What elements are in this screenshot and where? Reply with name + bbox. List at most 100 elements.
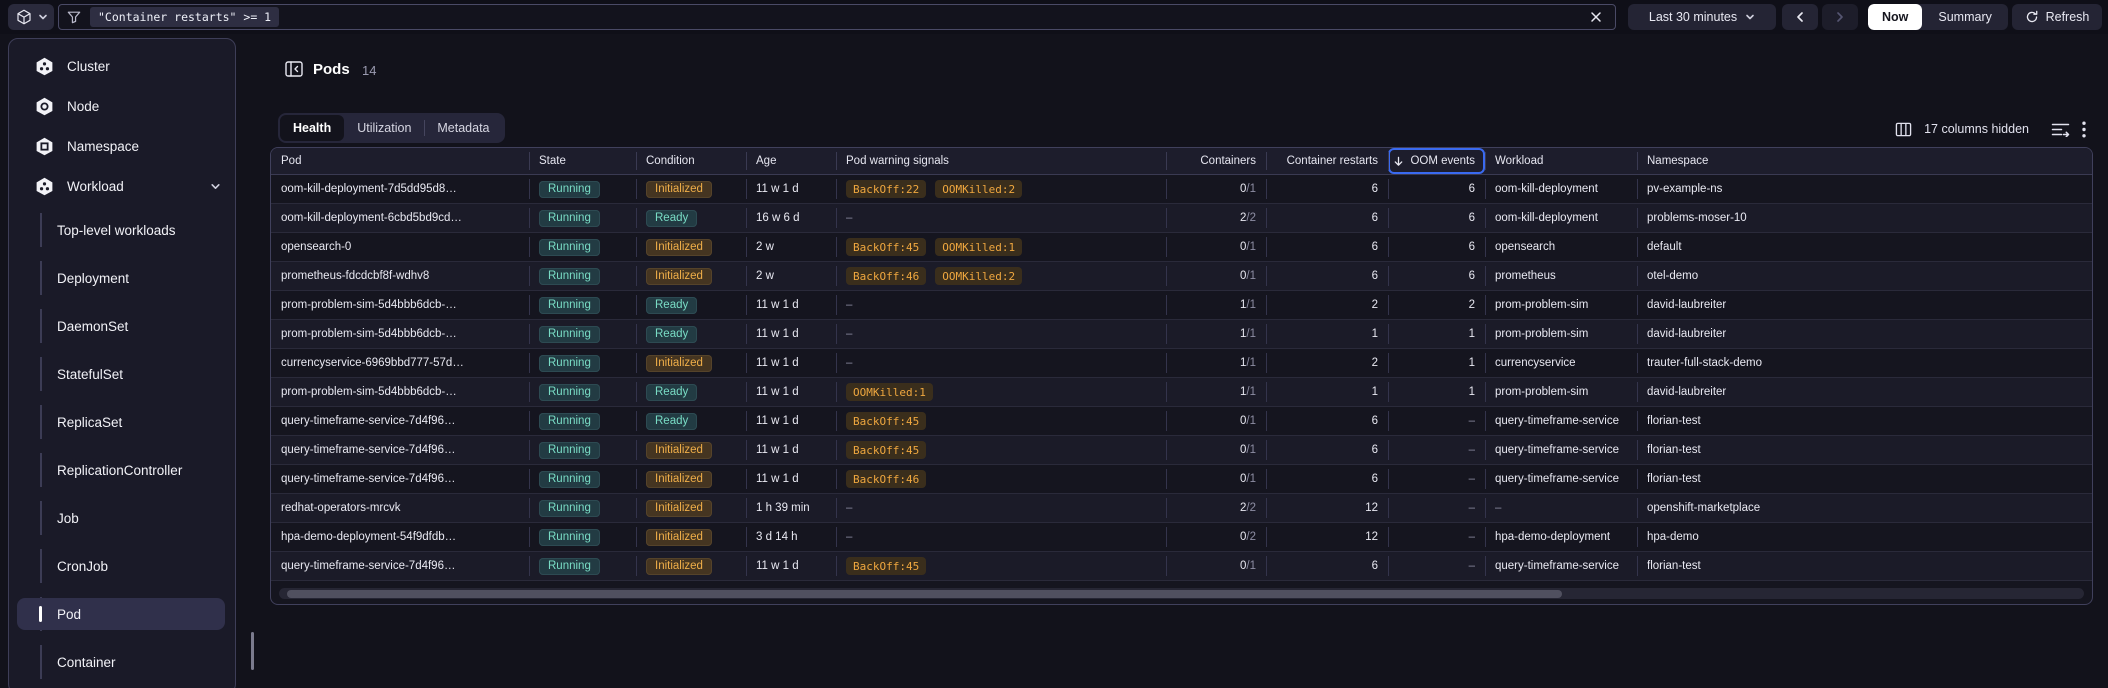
containers-total: /1: [1246, 328, 1256, 340]
cell-age: 2 w: [746, 233, 836, 261]
table-row[interactable]: query-timeframe-service-7d4f96… Running In…: [271, 436, 2092, 465]
workload-value: prom-problem-sim: [1495, 299, 1589, 311]
state-badge: Running: [539, 267, 600, 285]
condition-badge: Initialized: [646, 180, 712, 198]
column-header-warnings[interactable]: Pod warning signals: [836, 148, 1166, 174]
column-label: Namespace: [1647, 155, 1709, 167]
empty-value: –: [846, 212, 853, 224]
cell-oom-events: 6: [1388, 233, 1485, 261]
table-body: oom-kill-deployment-7d5dd95d8… Running Ini…: [271, 175, 2092, 581]
cell-pod: oom-kill-deployment-6cbd5bd9cd…: [271, 204, 529, 232]
table-row[interactable]: opensearch-0 Running Initialized 2 w BackOff…: [271, 233, 2092, 262]
column-header-age[interactable]: Age: [746, 148, 836, 174]
column-header-condition[interactable]: Condition: [636, 148, 746, 174]
cell-containers: 0/1: [1166, 175, 1266, 203]
cell-condition: Initialized: [636, 349, 746, 377]
table-row[interactable]: prom-problem-sim-5d4bbb6dcb-… Running Read…: [271, 378, 2092, 407]
table-row[interactable]: oom-kill-deployment-7d5dd95d8… Running Ini…: [271, 175, 2092, 204]
cell-oom-events: 1: [1388, 378, 1485, 406]
sidebar-item-statefulset[interactable]: StatefulSet: [9, 350, 235, 398]
table-row[interactable]: query-timeframe-service-7d4f96… Running In…: [271, 552, 2092, 581]
sidebar-item-daemonset[interactable]: DaemonSet: [9, 302, 235, 350]
chevron-down-icon: [210, 181, 221, 192]
cell-container-restarts: 6: [1266, 262, 1388, 290]
kebab-menu-icon[interactable]: [2082, 121, 2086, 138]
sidebar-item-namespace[interactable]: Namespace: [9, 126, 235, 166]
warning-badge: BackOff:45: [846, 557, 927, 575]
sidebar-item-pod[interactable]: Pod: [9, 590, 235, 638]
tab-utilization[interactable]: Utilization: [344, 115, 424, 141]
filter-chip[interactable]: "Container restarts" >= 1: [90, 7, 280, 27]
table-row[interactable]: oom-kill-deployment-6cbd5bd9cd… Running Re…: [271, 204, 2092, 233]
cell-condition: Ready: [636, 407, 746, 435]
sidebar-item-cronjob[interactable]: CronJob: [9, 542, 235, 590]
collapse-sidebar-button[interactable]: [284, 59, 304, 79]
cell-namespace: david-laubreiter: [1637, 378, 2092, 406]
cell-container-restarts: 1: [1266, 378, 1388, 406]
next-timeframe-button[interactable]: [1822, 4, 1858, 30]
table-settings-icon[interactable]: [2051, 122, 2070, 137]
workload-value: –: [1495, 502, 1502, 514]
table-row[interactable]: prometheus-fdcdcbf8f-wdhv8 Running Initial…: [271, 262, 2092, 291]
sidebar-item-job[interactable]: Job: [9, 494, 235, 542]
clear-filter-button[interactable]: [1585, 6, 1607, 28]
tab-metadata[interactable]: Metadata: [424, 115, 502, 141]
oom-value: 6: [1468, 241, 1475, 253]
condition-badge: Initialized: [646, 557, 712, 575]
now-button[interactable]: Now: [1868, 4, 1923, 30]
sidebar-item-deployment[interactable]: Deployment: [9, 254, 235, 302]
containers-total: /1: [1246, 299, 1256, 311]
column-header-containers[interactable]: Containers: [1166, 148, 1266, 174]
cell-age: 11 w 1 d: [746, 552, 836, 580]
age-value: 16 w 6 d: [756, 212, 800, 224]
containers-total: /1: [1246, 386, 1256, 398]
column-header-restarts[interactable]: Container restarts: [1266, 148, 1388, 174]
sidebar-item-container[interactable]: Container: [9, 638, 235, 686]
age-value: 11 w 1 d: [756, 299, 799, 311]
state-badge: Running: [539, 470, 600, 488]
sidebar-item-node[interactable]: Node: [9, 86, 235, 126]
time-range-selector[interactable]: Last 30 minutes: [1628, 4, 1776, 30]
sidebar-item-label: Cluster: [67, 58, 110, 74]
oom-value: 6: [1468, 270, 1475, 282]
pod-name: query-timeframe-service-7d4f96…: [281, 560, 456, 572]
previous-timeframe-button[interactable]: [1782, 4, 1818, 30]
workload-value: prom-problem-sim: [1495, 328, 1589, 340]
horizontal-scrollbar[interactable]: [279, 588, 2084, 599]
horizontal-scrollbar-thumb[interactable]: [287, 589, 1562, 598]
sidebar-item-label: Namespace: [67, 138, 140, 154]
table-row[interactable]: query-timeframe-service-7d4f96… Running Re…: [271, 407, 2092, 436]
filter-bar[interactable]: "Container restarts" >= 1: [58, 4, 1616, 30]
pod-name: oom-kill-deployment-6cbd5bd9cd…: [281, 212, 462, 224]
sidebar-item-cluster[interactable]: Cluster: [9, 46, 235, 86]
table-header-row: Pod State Condition Age Pod warning signals C…: [271, 148, 2092, 175]
namespace-value: pv-example-ns: [1647, 183, 1723, 195]
restarts-value: 1: [1371, 386, 1378, 398]
tab-health[interactable]: Health: [280, 115, 345, 141]
sidebar-item-top-level-workloads[interactable]: Top-level workloads: [9, 206, 235, 254]
table-row[interactable]: query-timeframe-service-7d4f96… Running In…: [271, 465, 2092, 494]
table-row[interactable]: redhat-operators-mrcvk Running Initialized…: [271, 494, 2092, 523]
sidebar-item-workload[interactable]: Workload: [9, 166, 235, 206]
summary-button[interactable]: Summary: [1922, 4, 2007, 30]
table-row[interactable]: currencyservice-6969bbd777-57d… Running In…: [271, 349, 2092, 378]
cell-oom-events: 1: [1388, 349, 1485, 377]
table-row[interactable]: hpa-demo-deployment-54f9dfdb… Running Init…: [271, 523, 2092, 552]
sidebar-item-replicaset[interactable]: ReplicaSet: [9, 398, 235, 446]
table-row[interactable]: prom-problem-sim-5d4bbb6dcb-… Running Read…: [271, 291, 2092, 320]
column-header-namespace[interactable]: Namespace: [1637, 148, 2092, 174]
cell-state: Running: [529, 320, 636, 348]
refresh-button[interactable]: Refresh: [2012, 4, 2102, 30]
vertical-scrollbar-thumb[interactable]: [251, 632, 254, 670]
cell-pod-warning-signals: –: [836, 523, 1166, 551]
column-header-state[interactable]: State: [529, 148, 636, 174]
cell-pod: opensearch-0: [271, 233, 529, 261]
column-header-oom[interactable]: OOM events: [1388, 148, 1485, 174]
column-header-pod[interactable]: Pod: [271, 148, 529, 174]
sidebar-item-replicationcontroller[interactable]: ReplicationController: [9, 446, 235, 494]
table-row[interactable]: prom-problem-sim-5d4bbb6dcb-… Running Read…: [271, 320, 2092, 349]
app-switcher-button[interactable]: [8, 4, 54, 30]
age-value: 11 w 1 d: [756, 328, 799, 340]
column-header-workload[interactable]: Workload: [1485, 148, 1637, 174]
state-badge: Running: [539, 499, 600, 517]
